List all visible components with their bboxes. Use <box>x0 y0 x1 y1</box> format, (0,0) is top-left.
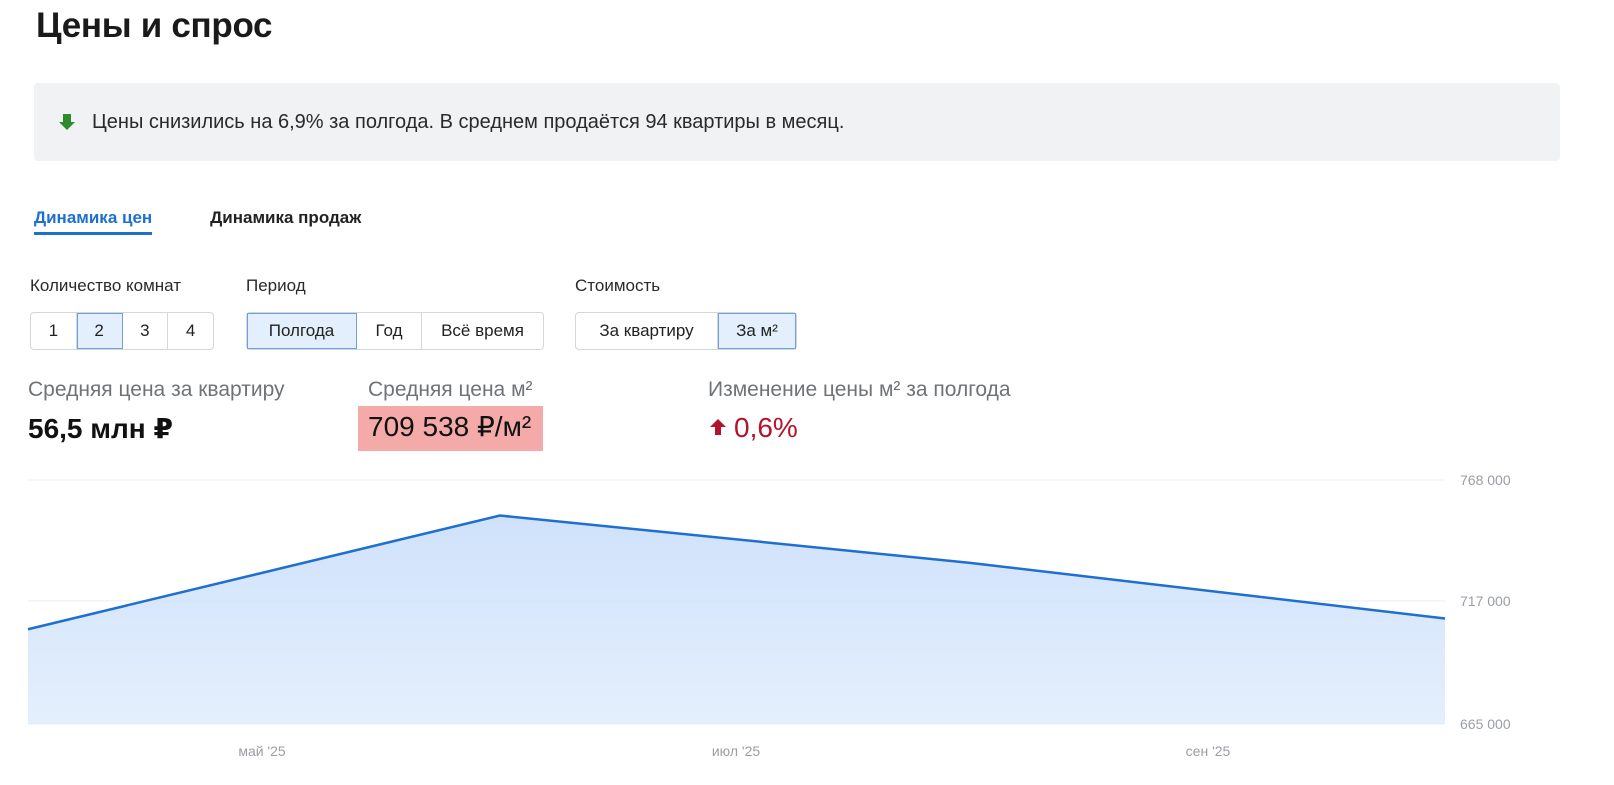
avg-price-m2-value: 709 538 ₽/м² <box>358 406 544 451</box>
y-tick-label: 717 000 <box>1460 593 1511 609</box>
price-change-stat: Изменение цены м² за полгода 0,6% <box>708 378 1011 444</box>
rooms-option-3[interactable]: 3 <box>123 313 169 349</box>
period-option-half-year[interactable]: Полгода <box>247 313 357 349</box>
period-option-all-time[interactable]: Всё время <box>422 313 543 349</box>
price-change-label: Изменение цены м² за полгода <box>708 378 1011 401</box>
page-title: Цены и спрос <box>36 6 273 45</box>
cost-filter: Стоимость За квартиру За м² <box>575 276 797 350</box>
avg-price-label: Средняя цена за квартиру <box>28 378 285 401</box>
period-selector: Полгода Год Всё время <box>246 312 544 350</box>
cost-selector: За квартиру За м² <box>575 312 797 350</box>
cost-filter-label: Стоимость <box>575 276 661 295</box>
rooms-filter: Количество комнат 1 2 3 4 <box>30 276 214 350</box>
avg-price-value: 56,5 млн ₽ <box>28 413 173 444</box>
price-chart: 768 000 717 000 665 000 май '25 июл '25 сен '… <box>0 460 1614 780</box>
chart-tabs: Динамика цен Динамика продаж <box>34 208 361 235</box>
rooms-option-4[interactable]: 4 <box>168 313 213 349</box>
price-change-value: 0,6% <box>708 412 1011 444</box>
x-tick-label: май '25 <box>238 743 286 759</box>
y-tick-label: 768 000 <box>1460 472 1511 488</box>
cost-option-per-apartment[interactable]: За квартиру <box>576 313 718 349</box>
tab-sales-dynamics[interactable]: Динамика продаж <box>210 208 361 235</box>
rooms-selector: 1 2 3 4 <box>30 312 214 350</box>
rooms-filter-label: Количество комнат <box>30 276 182 295</box>
price-area <box>28 515 1445 724</box>
period-option-year[interactable]: Год <box>357 313 422 349</box>
rooms-option-2[interactable]: 2 <box>76 313 123 349</box>
avg-price-stat: Средняя цена за квартиру 56,5 млн ₽ <box>28 378 285 445</box>
x-tick-label: июл '25 <box>712 743 761 759</box>
cost-option-per-m2[interactable]: За м² <box>718 313 796 349</box>
rooms-option-1[interactable]: 1 <box>31 313 77 349</box>
period-filter-label: Период <box>246 276 306 295</box>
y-tick-label: 665 000 <box>1460 716 1511 732</box>
period-filter: Период Полгода Год Всё время <box>246 276 544 350</box>
arrow-up-icon <box>708 412 728 444</box>
info-banner: Цены снизились на 6,9% за полгода. В сре… <box>34 83 1560 161</box>
price-change-number: 0,6% <box>734 412 798 443</box>
avg-price-m2-stat: Средняя цена м² 709 538 ₽/м² <box>358 378 544 451</box>
tab-price-dynamics[interactable]: Динамика цен <box>34 208 153 235</box>
avg-price-m2-label: Средняя цена м² <box>368 378 533 401</box>
arrow-down-icon <box>56 111 78 133</box>
price-chart-svg: 768 000 717 000 665 000 май '25 июл '25 сен '… <box>27 472 1511 759</box>
x-tick-label: сен '25 <box>1186 743 1231 759</box>
banner-text: Цены снизились на 6,9% за полгода. В сре… <box>92 110 845 133</box>
